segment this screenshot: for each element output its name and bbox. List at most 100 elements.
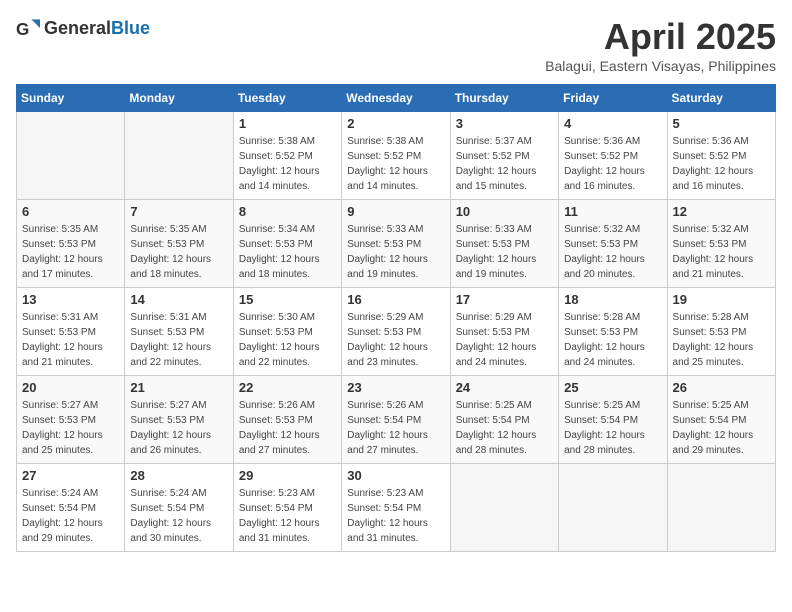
cell-info: Sunrise: 5:27 AMSunset: 5:53 PMDaylight:… xyxy=(22,398,119,458)
day-number: 21 xyxy=(130,380,227,395)
calendar-cell: 3 Sunrise: 5:37 AMSunset: 5:52 PMDaylight… xyxy=(450,112,558,200)
calendar-cell: 29 Sunrise: 5:23 AMSunset: 5:54 PMDayligh… xyxy=(233,464,341,552)
calendar-cell: 2 Sunrise: 5:38 AMSunset: 5:52 PMDaylight… xyxy=(342,112,450,200)
cell-info: Sunrise: 5:25 AMSunset: 5:54 PMDaylight:… xyxy=(564,398,661,458)
calendar-cell xyxy=(559,464,667,552)
cell-info: Sunrise: 5:30 AMSunset: 5:53 PMDaylight:… xyxy=(239,310,336,370)
calendar-cell xyxy=(667,464,775,552)
logo-icon: G xyxy=(16,16,40,40)
day-number: 29 xyxy=(239,468,336,483)
cell-info: Sunrise: 5:35 AMSunset: 5:53 PMDaylight:… xyxy=(22,222,119,282)
calendar-cell xyxy=(450,464,558,552)
calendar-cell: 9 Sunrise: 5:33 AMSunset: 5:53 PMDaylight… xyxy=(342,200,450,288)
calendar-cell: 8 Sunrise: 5:34 AMSunset: 5:53 PMDaylight… xyxy=(233,200,341,288)
day-number: 9 xyxy=(347,204,444,219)
cell-info: Sunrise: 5:23 AMSunset: 5:54 PMDaylight:… xyxy=(239,486,336,546)
cell-info: Sunrise: 5:31 AMSunset: 5:53 PMDaylight:… xyxy=(130,310,227,370)
col-header-thursday: Thursday xyxy=(450,85,558,112)
calendar-cell: 21 Sunrise: 5:27 AMSunset: 5:53 PMDayligh… xyxy=(125,376,233,464)
day-number: 24 xyxy=(456,380,553,395)
day-number: 4 xyxy=(564,116,661,131)
logo: G GeneralBlue xyxy=(16,16,150,40)
col-header-monday: Monday xyxy=(125,85,233,112)
day-number: 1 xyxy=(239,116,336,131)
col-header-friday: Friday xyxy=(559,85,667,112)
calendar-cell: 18Sunrise: 5:28 AMSunset: 5:53 PMDayligh… xyxy=(559,288,667,376)
day-number: 26 xyxy=(673,380,770,395)
calendar-week-1: 1 Sunrise: 5:38 AMSunset: 5:52 PMDaylight… xyxy=(17,112,776,200)
cell-info: Sunrise: 5:34 AMSunset: 5:53 PMDaylight:… xyxy=(239,222,336,282)
month-title: April 2025 xyxy=(545,16,776,58)
cell-info: Sunrise: 5:31 AMSunset: 5:53 PMDaylight:… xyxy=(22,310,119,370)
calendar-cell: 26 Sunrise: 5:25 AMSunset: 5:54 PMDayligh… xyxy=(667,376,775,464)
cell-info: Sunrise: 5:25 AMSunset: 5:54 PMDaylight:… xyxy=(673,398,770,458)
header-row: SundayMondayTuesdayWednesdayThursdayFrid… xyxy=(17,85,776,112)
calendar-week-3: 13Sunrise: 5:31 AMSunset: 5:53 PMDayligh… xyxy=(17,288,776,376)
col-header-saturday: Saturday xyxy=(667,85,775,112)
cell-info: Sunrise: 5:25 AMSunset: 5:54 PMDaylight:… xyxy=(456,398,553,458)
calendar-cell: 27 Sunrise: 5:24 AMSunset: 5:54 PMDayligh… xyxy=(17,464,125,552)
calendar-cell xyxy=(125,112,233,200)
day-number: 17 xyxy=(456,292,553,307)
day-number: 5 xyxy=(673,116,770,131)
day-number: 30 xyxy=(347,468,444,483)
calendar-cell: 22 Sunrise: 5:26 AMSunset: 5:53 PMDayligh… xyxy=(233,376,341,464)
calendar-cell: 13Sunrise: 5:31 AMSunset: 5:53 PMDayligh… xyxy=(17,288,125,376)
calendar-cell: 23Sunrise: 5:26 AMSunset: 5:54 PMDayligh… xyxy=(342,376,450,464)
day-number: 25 xyxy=(564,380,661,395)
cell-info: Sunrise: 5:29 AMSunset: 5:53 PMDaylight:… xyxy=(456,310,553,370)
day-number: 3 xyxy=(456,116,553,131)
calendar-week-4: 20 Sunrise: 5:27 AMSunset: 5:53 PMDayligh… xyxy=(17,376,776,464)
cell-info: Sunrise: 5:38 AMSunset: 5:52 PMDaylight:… xyxy=(347,134,444,194)
cell-info: Sunrise: 5:23 AMSunset: 5:54 PMDaylight:… xyxy=(347,486,444,546)
calendar-cell: 17 Sunrise: 5:29 AMSunset: 5:53 PMDayligh… xyxy=(450,288,558,376)
cell-info: Sunrise: 5:36 AMSunset: 5:52 PMDaylight:… xyxy=(673,134,770,194)
day-number: 22 xyxy=(239,380,336,395)
day-number: 27 xyxy=(22,468,119,483)
cell-info: Sunrise: 5:33 AMSunset: 5:53 PMDaylight:… xyxy=(347,222,444,282)
day-number: 8 xyxy=(239,204,336,219)
calendar-cell: 24 Sunrise: 5:25 AMSunset: 5:54 PMDayligh… xyxy=(450,376,558,464)
day-number: 10 xyxy=(456,204,553,219)
col-header-sunday: Sunday xyxy=(17,85,125,112)
calendar-cell: 16 Sunrise: 5:29 AMSunset: 5:53 PMDayligh… xyxy=(342,288,450,376)
cell-info: Sunrise: 5:32 AMSunset: 5:53 PMDaylight:… xyxy=(564,222,661,282)
cell-info: Sunrise: 5:24 AMSunset: 5:54 PMDaylight:… xyxy=(22,486,119,546)
cell-info: Sunrise: 5:32 AMSunset: 5:53 PMDaylight:… xyxy=(673,222,770,282)
cell-info: Sunrise: 5:37 AMSunset: 5:52 PMDaylight:… xyxy=(456,134,553,194)
calendar-week-2: 6Sunrise: 5:35 AMSunset: 5:53 PMDaylight… xyxy=(17,200,776,288)
calendar-cell: 6Sunrise: 5:35 AMSunset: 5:53 PMDaylight… xyxy=(17,200,125,288)
calendar-cell: 1 Sunrise: 5:38 AMSunset: 5:52 PMDaylight… xyxy=(233,112,341,200)
day-number: 15 xyxy=(239,292,336,307)
logo-text-blue: Blue xyxy=(111,18,150,38)
calendar-week-5: 27 Sunrise: 5:24 AMSunset: 5:54 PMDayligh… xyxy=(17,464,776,552)
day-number: 18 xyxy=(564,292,661,307)
day-number: 16 xyxy=(347,292,444,307)
calendar-cell: 10 Sunrise: 5:33 AMSunset: 5:53 PMDayligh… xyxy=(450,200,558,288)
cell-info: Sunrise: 5:26 AMSunset: 5:53 PMDaylight:… xyxy=(239,398,336,458)
location-title: Balagui, Eastern Visayas, Philippines xyxy=(545,58,776,74)
calendar-cell: 7 Sunrise: 5:35 AMSunset: 5:53 PMDaylight… xyxy=(125,200,233,288)
calendar-cell: 30 Sunrise: 5:23 AMSunset: 5:54 PMDayligh… xyxy=(342,464,450,552)
cell-info: Sunrise: 5:27 AMSunset: 5:53 PMDaylight:… xyxy=(130,398,227,458)
calendar-cell: 4Sunrise: 5:36 AMSunset: 5:52 PMDaylight… xyxy=(559,112,667,200)
day-number: 14 xyxy=(130,292,227,307)
day-number: 2 xyxy=(347,116,444,131)
calendar-cell: 25 Sunrise: 5:25 AMSunset: 5:54 PMDayligh… xyxy=(559,376,667,464)
cell-info: Sunrise: 5:35 AMSunset: 5:53 PMDaylight:… xyxy=(130,222,227,282)
calendar-cell: 5 Sunrise: 5:36 AMSunset: 5:52 PMDaylight… xyxy=(667,112,775,200)
calendar-cell: 19Sunrise: 5:28 AMSunset: 5:53 PMDayligh… xyxy=(667,288,775,376)
cell-info: Sunrise: 5:38 AMSunset: 5:52 PMDaylight:… xyxy=(239,134,336,194)
cell-info: Sunrise: 5:29 AMSunset: 5:53 PMDaylight:… xyxy=(347,310,444,370)
svg-text:G: G xyxy=(16,19,29,39)
title-area: April 2025 Balagui, Eastern Visayas, Phi… xyxy=(545,16,776,74)
calendar-cell xyxy=(17,112,125,200)
day-number: 11 xyxy=(564,204,661,219)
day-number: 7 xyxy=(130,204,227,219)
cell-info: Sunrise: 5:24 AMSunset: 5:54 PMDaylight:… xyxy=(130,486,227,546)
calendar-cell: 14 Sunrise: 5:31 AMSunset: 5:53 PMDayligh… xyxy=(125,288,233,376)
cell-info: Sunrise: 5:26 AMSunset: 5:54 PMDaylight:… xyxy=(347,398,444,458)
day-number: 20 xyxy=(22,380,119,395)
col-header-wednesday: Wednesday xyxy=(342,85,450,112)
cell-info: Sunrise: 5:33 AMSunset: 5:53 PMDaylight:… xyxy=(456,222,553,282)
